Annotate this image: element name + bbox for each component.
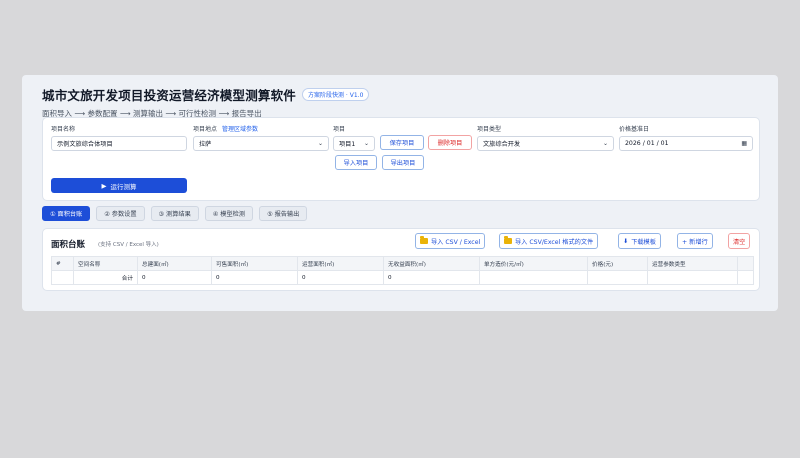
delete-project-button[interactable]: 删除项目	[428, 135, 472, 150]
project-name-input[interactable]: 示例文旅综合体项目	[51, 136, 187, 151]
location-field: 项目地点 管理区域参数 拉萨 ⌄	[193, 124, 329, 151]
chevron-down-icon: ⌄	[363, 140, 369, 147]
project-label: 项目	[333, 126, 346, 133]
location-select[interactable]: 拉萨 ⌄	[193, 136, 329, 151]
main-tabs: ① 面积台账 ② 参数设置 ③ 测算结果 ④ 模型检测 ⑤ 报告输出	[42, 206, 308, 221]
tab-parameters[interactable]: ② 参数设置	[96, 206, 145, 221]
total-gross: 0	[137, 270, 212, 285]
col-price: 价格(元)	[587, 256, 648, 271]
project-select[interactable]: 项目1 ⌄	[333, 136, 375, 151]
run-calculation-button[interactable]: ▶ 运行测算	[51, 178, 187, 193]
tab-report[interactable]: ⑤ 报告输出	[259, 206, 308, 221]
col-operating-type: 运营参数类型	[647, 256, 738, 271]
total-operating: 0	[297, 270, 384, 285]
app-window: 城市文旅开发项目投资运营经济模型测算软件 方案阶段快测 · V1.0 面积导入 …	[22, 75, 778, 311]
col-actions	[737, 256, 754, 271]
project-type-select[interactable]: 文旅综合开发 ⌄	[477, 136, 614, 151]
version-badge: 方案阶段快测 · V1.0	[302, 88, 370, 101]
col-gross-area: 总建面(㎡)	[137, 256, 212, 271]
clear-button[interactable]: 清空	[728, 233, 751, 249]
add-row-button[interactable]: + 新增行	[677, 233, 713, 249]
area-ledger-panel: 面积台账 (支持 CSV / Excel 导入) 导入 CSV / Excel …	[42, 228, 760, 291]
base-date-label: 价格基准日	[619, 126, 650, 133]
import-csv-format-button[interactable]: 导入 CSV/Excel 格式的文件	[499, 233, 599, 249]
save-project-button[interactable]: 保存项目	[380, 135, 424, 150]
col-sellable-area: 可售面积(㎡)	[211, 256, 298, 271]
project-type-label: 项目类型	[477, 126, 502, 133]
panel-title: 面积台账	[51, 240, 86, 250]
col-space-name: 空间名称	[73, 256, 138, 271]
table-header-row: # 空间名称 总建面(㎡) 可售面积(㎡) 运营面积(㎡) 无收益面积(㎡) 单…	[51, 256, 754, 271]
base-date-field: 价格基准日 2026 / 01 / 01 ▦	[619, 124, 753, 151]
panel-hint: (支持 CSV / Excel 导入)	[98, 242, 159, 248]
location-label: 项目地点	[193, 126, 218, 133]
app-title: 城市文旅开发项目投资运营经济模型测算软件	[42, 88, 297, 103]
col-index: #	[51, 256, 74, 271]
total-row: 合计 0 0 0 0	[51, 270, 754, 285]
area-table: # 空间名称 总建面(㎡) 可售面积(㎡) 运营面积(㎡) 无收益面积(㎡) 单…	[51, 256, 754, 285]
export-project-button[interactable]: 导出项目	[382, 155, 424, 170]
download-template-button[interactable]: ⬇ 下载模板	[618, 233, 661, 249]
total-label: 合计	[73, 270, 138, 285]
project-name-field: 项目名称 示例文旅综合体项目	[51, 124, 187, 151]
base-date-input[interactable]: 2026 / 01 / 01 ▦	[619, 136, 753, 151]
import-project-button[interactable]: 导入项目	[335, 155, 377, 170]
manage-region-link[interactable]: 管理区域参数	[222, 124, 258, 133]
folder-icon	[504, 236, 512, 244]
chevron-down-icon: ⌄	[602, 140, 608, 147]
col-operating-area: 运营面积(㎡)	[297, 256, 384, 271]
calendar-icon[interactable]: ▦	[741, 140, 747, 147]
total-non-income: 0	[383, 270, 480, 285]
project-name-label: 项目名称	[51, 126, 76, 133]
tab-model-check[interactable]: ④ 模型检测	[204, 206, 254, 221]
import-csv-button[interactable]: 导入 CSV / Excel	[415, 233, 486, 249]
col-unit-cost: 单方造价(元/㎡)	[479, 256, 588, 271]
folder-icon	[420, 236, 428, 244]
play-icon: ▶	[101, 181, 107, 190]
tab-area-ledger[interactable]: ① 面积台账	[42, 206, 91, 221]
col-non-income-area: 无收益面积(㎡)	[383, 256, 480, 271]
chevron-down-icon: ⌄	[317, 140, 323, 147]
project-field: 项目 项目1 ⌄	[333, 124, 375, 151]
project-form: 项目名称 示例文旅综合体项目 项目地点 管理区域参数 拉萨 ⌄ 项目 项目1 ⌄…	[42, 117, 760, 201]
app-header: 城市文旅开发项目投资运营经济模型测算软件 方案阶段快测 · V1.0 面积导入 …	[42, 85, 370, 119]
project-type-field: 项目类型 文旅综合开发 ⌄	[477, 124, 614, 151]
tab-results[interactable]: ③ 测算结果	[150, 206, 199, 221]
total-sellable: 0	[211, 270, 298, 285]
download-icon: ⬇	[623, 237, 629, 245]
